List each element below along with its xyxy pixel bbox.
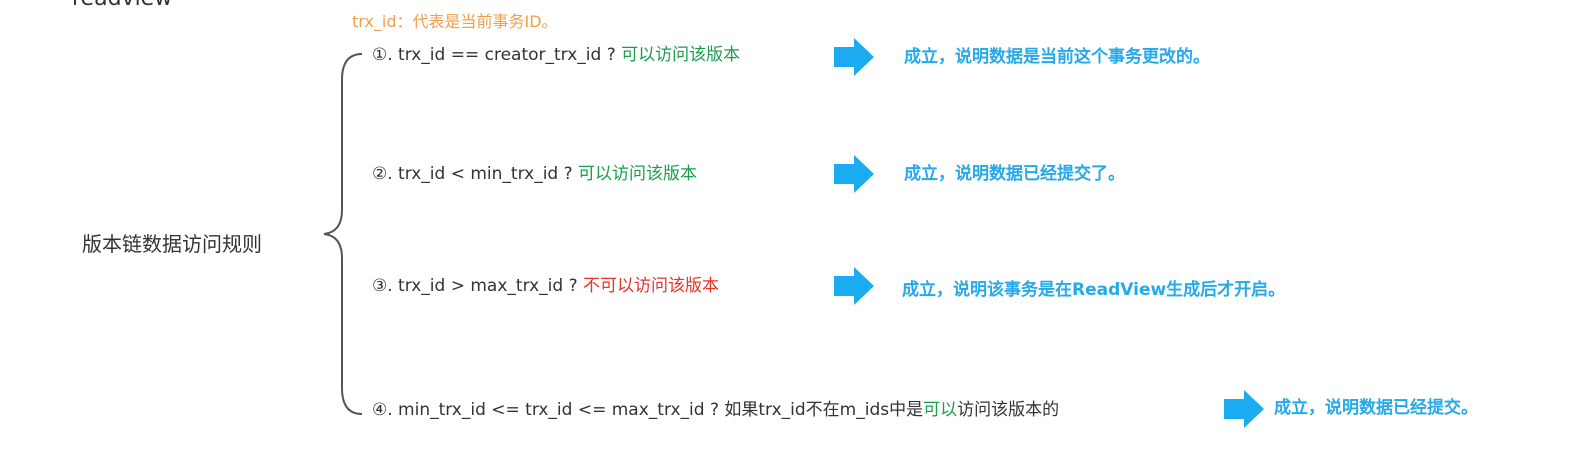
rule-4: ④. min_trx_id <= trx_id <= max_trx_id ? … bbox=[372, 398, 1059, 422]
rule-3-result: 成立，说明该事务是在ReadView生成后才开启。 bbox=[902, 280, 1286, 300]
arrow-right-icon bbox=[834, 155, 874, 193]
rule-3: ③. trx_id > max_trx_id ? 不可以访问该版本 bbox=[372, 274, 719, 298]
arrow-right-icon bbox=[834, 38, 874, 76]
rule-2: ②. trx_id < min_trx_id ? 可以访问该版本 bbox=[372, 162, 697, 186]
rule-1-result: 成立，说明数据是当前这个事务更改的。 bbox=[904, 47, 1210, 67]
rule-2-highlight: 可以访问该版本 bbox=[578, 164, 698, 184]
rule-2-prefix: ②. trx_id < min_trx_id ? bbox=[372, 164, 579, 184]
rule-1: ①. trx_id == creator_trx_id ? 可以访问该版本 bbox=[372, 43, 740, 67]
heading-fragment: readview bbox=[72, 0, 172, 11]
rule-3-highlight: 不可以访问该版本 bbox=[583, 276, 720, 296]
rule-4-result: 成立，说明数据已经提交。 bbox=[1274, 398, 1478, 418]
rule-3-prefix: ③. trx_id > max_trx_id ? bbox=[372, 276, 584, 296]
rule-2-result: 成立，说明数据已经提交了。 bbox=[904, 164, 1125, 184]
rule-4-prefix: ④. min_trx_id <= trx_id <= max_trx_id ? … bbox=[372, 400, 924, 420]
rule-1-highlight: 可以访问该版本 bbox=[621, 45, 741, 65]
rule-4-highlight: 可以 bbox=[923, 400, 958, 420]
rule-4-suffix: 访问该版本的 bbox=[957, 400, 1060, 420]
arrow-right-icon bbox=[834, 267, 874, 305]
rule-1-prefix: ①. trx_id == creator_trx_id ? bbox=[372, 45, 622, 65]
trx-id-note: trx_id：代表是当前事务ID。 bbox=[352, 12, 558, 31]
curly-brace bbox=[323, 53, 363, 415]
arrow-right-icon bbox=[1224, 390, 1264, 428]
diagram-main-label: 版本链数据访问规则 bbox=[82, 232, 262, 256]
